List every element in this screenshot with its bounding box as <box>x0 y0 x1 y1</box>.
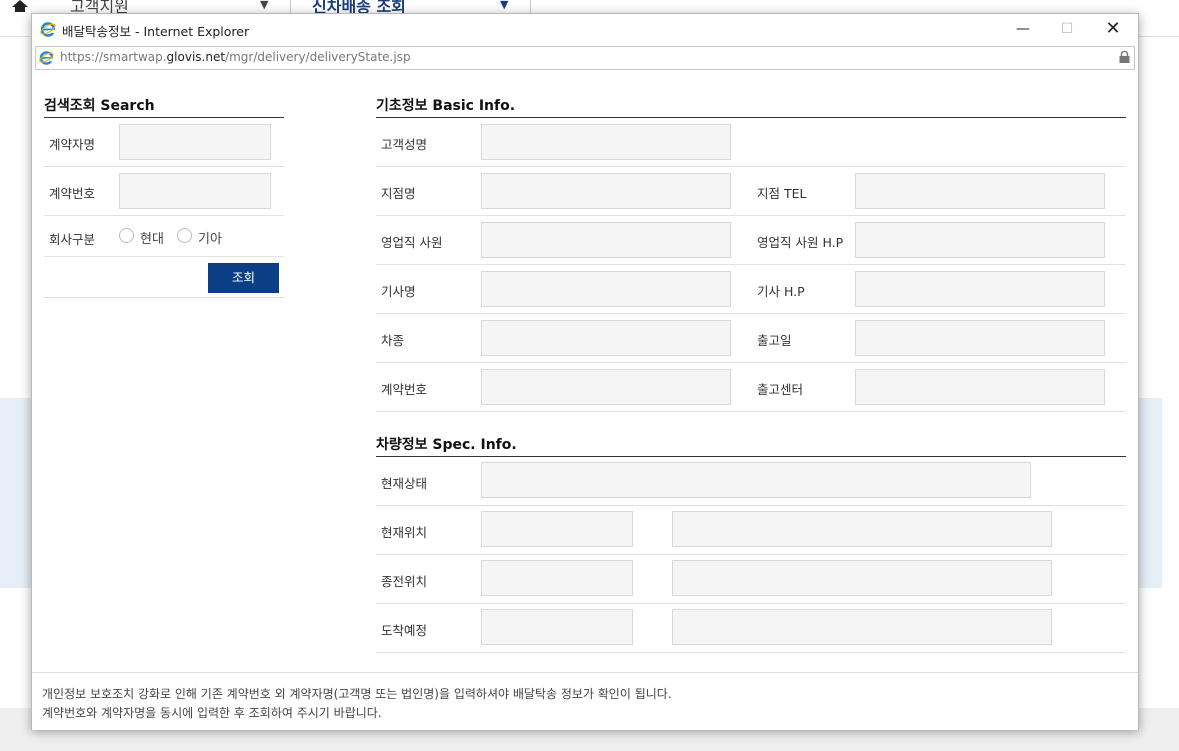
sales-staff-field <box>481 222 731 258</box>
row-divider <box>44 166 284 167</box>
row-divider <box>376 362 1126 363</box>
current-status-label: 현재상태 <box>381 476 428 491</box>
row-divider <box>44 256 284 257</box>
chevron-down-icon: ▼ <box>260 0 269 11</box>
customer-name-label: 고객성명 <box>381 137 428 152</box>
sales-staff-hp-label: 영업직 사원 H.P <box>757 235 844 250</box>
url-path: /mgr/delivery/deliveryState.jsp <box>225 50 411 64</box>
release-center-field <box>855 369 1105 405</box>
address-bar[interactable]: https://smartwap.glovis.net/mgr/delivery… <box>35 46 1135 70</box>
minimize-button[interactable]: — <box>1000 14 1046 45</box>
branch-name-label: 지점명 <box>381 186 416 201</box>
content: 검색조회 Search 계약자명 계약번호 회사구분 현대 기아 조회 기초정보… <box>32 70 1138 670</box>
company-label: 회사구분 <box>49 232 96 247</box>
customer-name-field <box>481 124 731 160</box>
notice-line-2: 계약번호와 계약자명을 동시에 입력한 후 조회하여 주시기 바랍니다. <box>42 706 382 720</box>
close-button[interactable]: ✕ <box>1090 14 1136 45</box>
title-bar[interactable]: 배달탁송정보 - Internet Explorer — ☐ ✕ <box>32 14 1138 45</box>
row-divider <box>376 411 1126 412</box>
row-divider <box>376 166 1126 167</box>
current-location-label: 현재위치 <box>381 525 428 540</box>
release-date-label: 출고일 <box>757 333 792 348</box>
search-title: 검색조회 Search <box>44 98 155 114</box>
url-text: https://smartwap.glovis.net/mgr/delivery… <box>60 50 411 64</box>
spec-info-title: 차량정보 Spec. Info. <box>376 437 517 453</box>
car-model-label: 차종 <box>381 333 405 348</box>
home-icon[interactable] <box>12 0 28 12</box>
row-divider <box>44 215 284 216</box>
driver-name-field <box>481 271 731 307</box>
driver-hp-label: 기사 H.P <box>757 284 805 299</box>
url-prefix: https://smartwap. <box>60 50 167 64</box>
release-center-label: 출고센터 <box>757 382 804 397</box>
current-location-field-1 <box>481 511 633 547</box>
branch-name-field <box>481 173 731 209</box>
contract-no-label: 계약번호 <box>49 186 96 201</box>
divider <box>290 0 291 14</box>
url-domain: glovis.net <box>166 50 226 64</box>
row-divider <box>376 505 1126 506</box>
chevron-down-icon: ▼ <box>500 0 509 11</box>
row-divider <box>44 297 284 298</box>
internet-explorer-icon <box>40 22 56 37</box>
internet-explorer-icon <box>39 51 54 65</box>
release-date-field <box>855 320 1105 356</box>
maximize-button[interactable]: ☐ <box>1044 14 1090 45</box>
section-divider <box>376 456 1126 457</box>
row-divider <box>376 264 1126 265</box>
current-location-field-2 <box>672 511 1052 547</box>
current-status-field <box>481 462 1031 498</box>
previous-location-field-1 <box>481 560 633 596</box>
basic-info-title: 기초정보 Basic Info. <box>376 98 516 114</box>
section-divider <box>376 117 1126 118</box>
notice-footer: 개인정보 보호조치 강화로 인해 기존 계약번호 외 계약자명(고객명 또는 법… <box>32 672 1138 730</box>
notice-line-1: 개인정보 보호조치 강화로 인해 기존 계약번호 외 계약자명(고객명 또는 법… <box>42 687 672 701</box>
divider <box>530 0 531 14</box>
contract-no-info-field <box>481 369 731 405</box>
radio-hyundai[interactable] <box>119 228 134 243</box>
contract-no-input[interactable] <box>119 173 271 209</box>
row-divider <box>376 554 1126 555</box>
driver-hp-field <box>855 271 1105 307</box>
search-button[interactable]: 조회 <box>208 263 279 293</box>
section-divider <box>44 117 284 118</box>
expected-arrival-field-1 <box>481 609 633 645</box>
expected-arrival-field-2 <box>672 609 1052 645</box>
radio-kia-label[interactable]: 기아 <box>198 228 222 247</box>
radio-kia[interactable] <box>177 228 192 243</box>
sales-staff-label: 영업직 사원 <box>381 235 443 250</box>
lock-icon <box>1119 51 1130 63</box>
contract-name-label: 계약자명 <box>49 137 96 152</box>
radio-hyundai-label[interactable]: 현대 <box>140 228 164 247</box>
row-divider <box>376 652 1126 653</box>
expected-arrival-label: 도착예정 <box>381 623 428 638</box>
row-divider <box>376 215 1126 216</box>
car-model-field <box>481 320 731 356</box>
row-divider <box>376 313 1126 314</box>
contract-no-info-label: 계약번호 <box>381 382 428 397</box>
window-title: 배달탁송정보 - Internet Explorer <box>62 24 250 39</box>
sales-staff-hp-field <box>855 222 1105 258</box>
previous-location-label: 종전위치 <box>381 574 428 589</box>
previous-location-field-2 <box>672 560 1052 596</box>
popup-window: 배달탁송정보 - Internet Explorer — ☐ ✕ https:/… <box>31 13 1139 730</box>
branch-tel-label: 지점 TEL <box>757 186 807 201</box>
branch-tel-field <box>855 173 1105 209</box>
row-divider <box>376 603 1126 604</box>
contract-name-input[interactable] <box>119 124 271 160</box>
driver-name-label: 기사명 <box>381 284 416 299</box>
